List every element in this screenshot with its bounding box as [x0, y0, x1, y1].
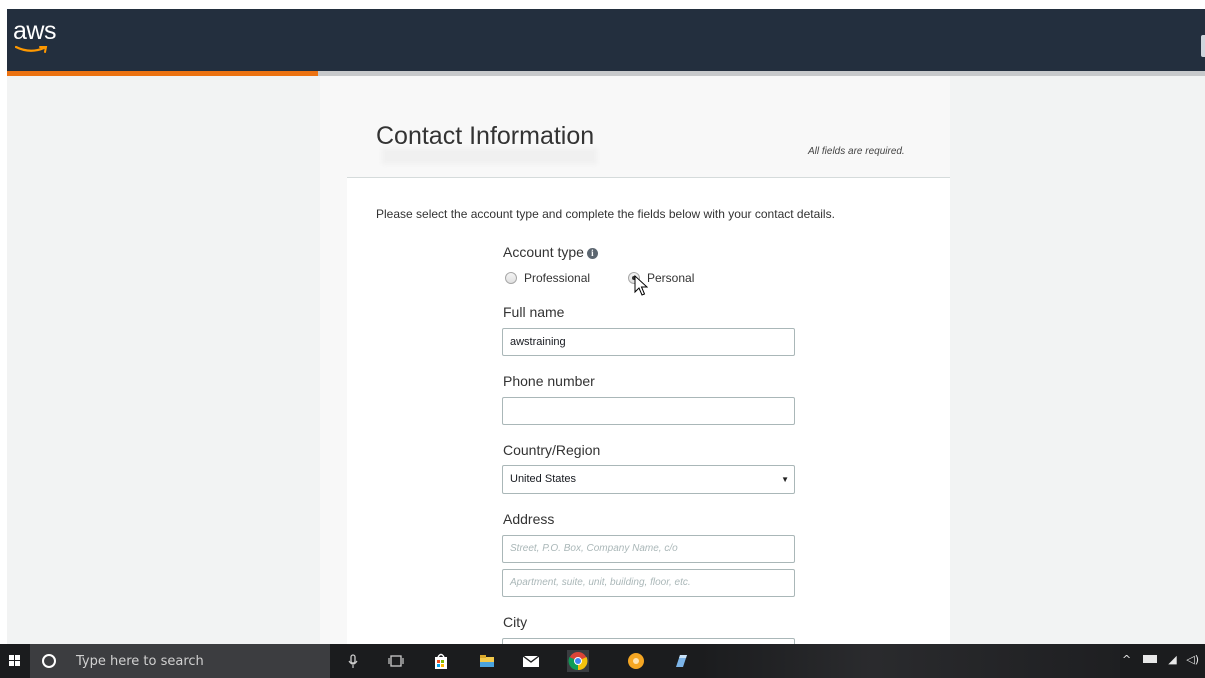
screen: aws Contact Information All fields are r…	[0, 0, 1205, 678]
phone-number-label: Phone number	[503, 373, 595, 389]
country-region-value: United States	[510, 473, 577, 485]
store-icon[interactable]	[432, 652, 450, 670]
wifi-icon[interactable]: ◢	[1168, 653, 1176, 666]
form-instructions: Please select the account type and compl…	[376, 207, 835, 221]
pen-tablet-icon[interactable]	[672, 652, 690, 670]
full-name-label: Full name	[503, 304, 565, 320]
country-region-select[interactable]: United States ▼	[502, 465, 795, 494]
windows-logo-icon	[9, 655, 20, 666]
address-line1-input[interactable]: Street, P.O. Box, Company Name, c/o	[502, 535, 795, 563]
required-fields-note: All fields are required.	[808, 146, 905, 157]
taskbar-search-box[interactable]: Type here to search	[30, 644, 330, 678]
windows-taskbar: Type here to search ^ ◢ ◁)	[0, 644, 1205, 678]
mail-icon[interactable]	[522, 652, 540, 670]
address-line2-input[interactable]: Apartment, suite, unit, building, floor,…	[502, 569, 795, 597]
task-view-icon[interactable]	[387, 652, 405, 670]
header-edge-tab	[1201, 35, 1205, 57]
page-title: Contact Information	[376, 122, 595, 150]
chevron-up-icon[interactable]: ^	[1122, 653, 1131, 666]
volume-icon[interactable]: ◁)	[1186, 653, 1199, 666]
taskbar-search-placeholder: Type here to search	[76, 654, 204, 669]
windows-start-icon[interactable]	[0, 644, 30, 678]
cortana-icon	[42, 654, 56, 668]
aws-top-bar: aws	[7, 9, 1205, 71]
battery-icon[interactable]	[1142, 655, 1157, 663]
dropdown-arrow-icon: ▼	[781, 475, 789, 484]
account-type-label-text: Account type	[503, 244, 584, 260]
system-tray: ^ ◢ ◁)	[1122, 653, 1199, 666]
mouse-pointer-icon	[634, 275, 648, 296]
microphone-icon[interactable]	[344, 652, 362, 670]
radio-personal-label: Personal	[647, 271, 695, 285]
aws-logo[interactable]: aws	[13, 17, 73, 61]
chrome-icon[interactable]	[567, 650, 589, 672]
photos-app-icon[interactable]	[627, 652, 645, 670]
title-reflection	[382, 148, 597, 164]
full-name-input[interactable]: awstraining	[502, 328, 795, 356]
account-type-label: Account type i	[503, 244, 598, 260]
radio-professional-label: Professional	[524, 271, 591, 285]
taskbar-texture	[700, 644, 1120, 678]
radio-professional-button[interactable]	[505, 272, 517, 284]
file-explorer-icon[interactable]	[478, 652, 496, 670]
phone-number-input[interactable]	[502, 397, 795, 425]
country-region-label: Country/Region	[503, 442, 601, 458]
info-icon[interactable]: i	[586, 248, 598, 259]
radio-professional[interactable]: Professional	[505, 271, 590, 285]
aws-logo-text: aws	[13, 17, 56, 45]
address-label: Address	[503, 511, 555, 527]
city-label: City	[503, 614, 528, 630]
aws-smile-icon	[15, 45, 48, 53]
